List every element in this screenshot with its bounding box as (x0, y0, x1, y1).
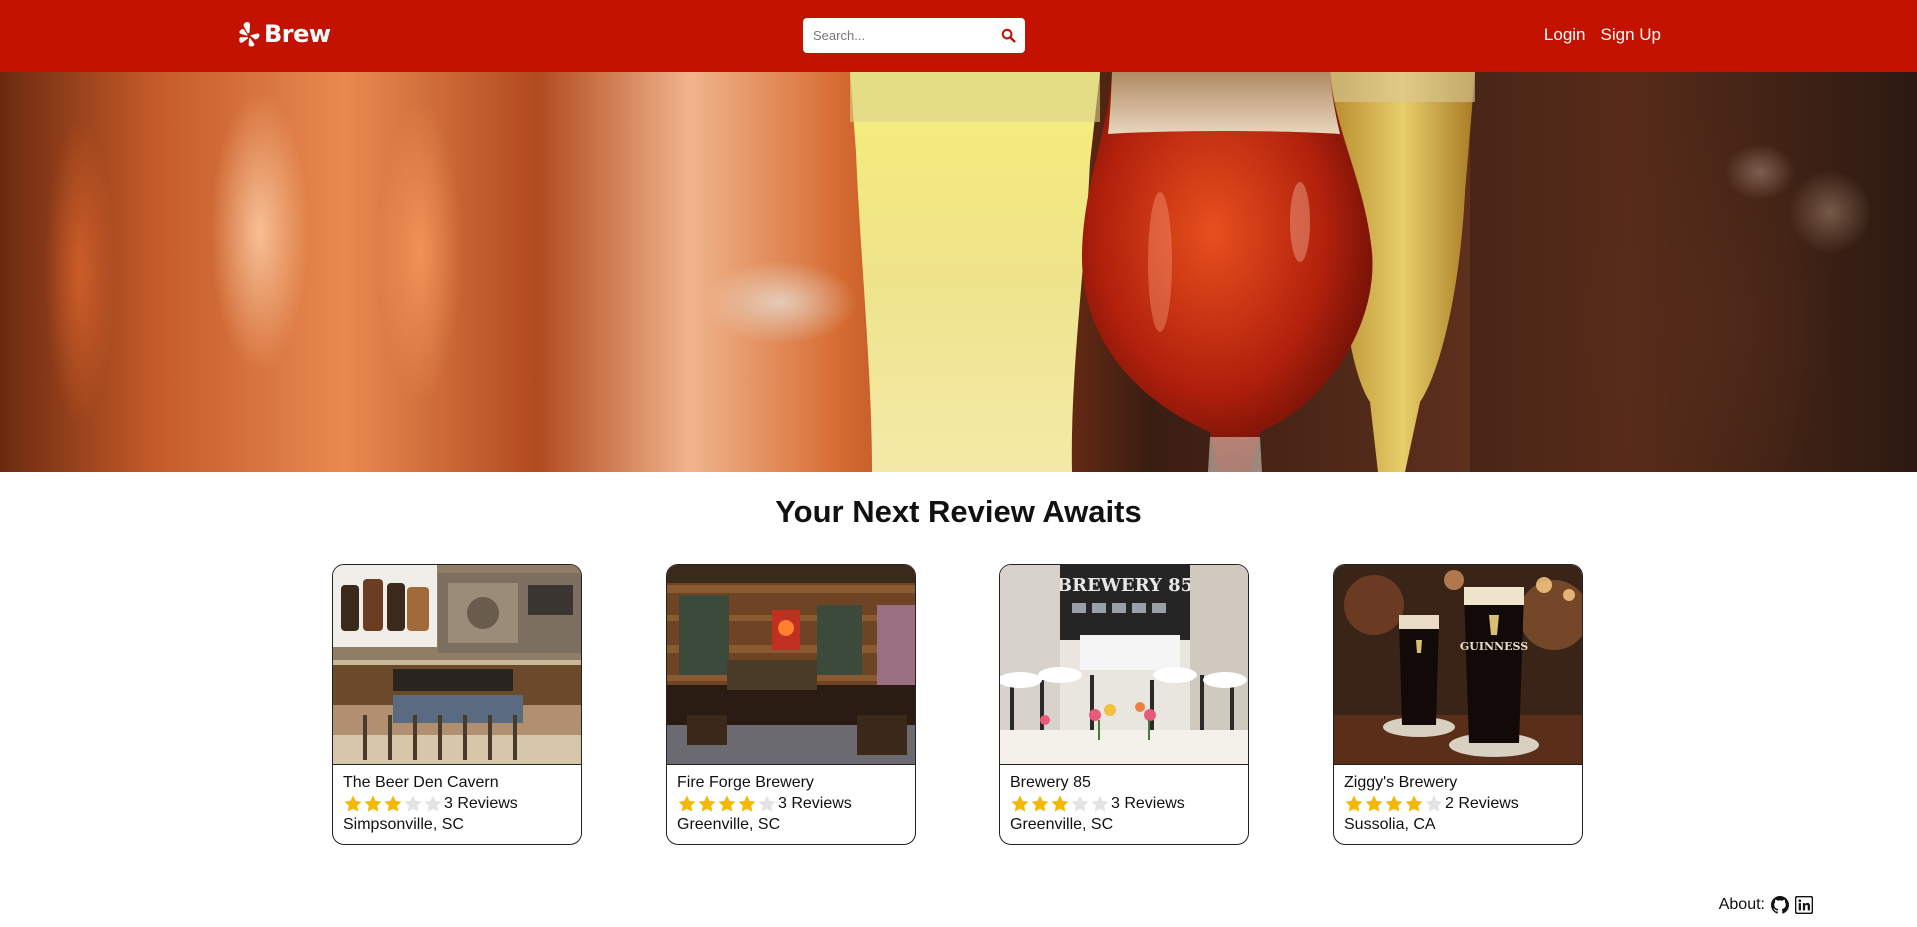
star-rating (1344, 794, 1444, 814)
star-empty-icon (1091, 795, 1109, 812)
star-filled-icon (1385, 795, 1403, 812)
brewery-rating: 2 Reviews (1344, 793, 1572, 814)
star-filled-icon (738, 795, 756, 812)
brewery-name: Ziggy's Brewery (1344, 774, 1458, 791)
star-filled-icon (698, 795, 716, 812)
brewery-location: Sussolia, CA (1344, 816, 1436, 833)
star-filled-icon (1031, 795, 1049, 812)
star-filled-icon (1345, 795, 1363, 812)
star-empty-icon (758, 795, 776, 812)
brewery-photo: BREWERY 85 (1000, 565, 1248, 765)
search-bar (803, 18, 1025, 53)
brewery-card-ziggys[interactable]: GUINNESS Ziggy's Brewery 2 Reviews Susso… (1333, 564, 1583, 845)
github-icon[interactable] (1771, 896, 1789, 914)
brewery-name: Fire Forge Brewery (677, 774, 814, 791)
glass-label-text: GUINNESS (1460, 640, 1528, 653)
brewery-rating: 3 Reviews (1010, 793, 1238, 814)
about-label: About: (1718, 896, 1765, 913)
star-rating (343, 794, 443, 814)
brewery-photo (333, 565, 581, 765)
brand-logo[interactable]: Brew (238, 20, 331, 48)
star-filled-icon (1011, 795, 1029, 812)
brewery-location: Greenville, SC (677, 816, 781, 833)
brewery-card-fire-forge[interactable]: Fire Forge Brewery 3 Reviews Greenville,… (666, 564, 916, 845)
hero-banner (0, 72, 1917, 472)
brewery-name: Brewery 85 (1010, 774, 1091, 791)
star-empty-icon (1071, 795, 1089, 812)
brewery-card-brewery-85[interactable]: BREWERY 85 Brewery 85 3 Reviews Greenvil… (999, 564, 1249, 845)
star-rating (677, 794, 777, 814)
star-filled-icon (1051, 795, 1069, 812)
brand-name: Brew (264, 20, 331, 48)
review-count: 2 Reviews (1445, 795, 1519, 812)
brewery-sign-text: BREWERY 85 (1057, 575, 1193, 596)
brewery-location: Simpsonville, SC (343, 816, 464, 833)
linkedin-icon[interactable] (1795, 896, 1813, 914)
brewery-rating: 3 Reviews (343, 793, 571, 814)
beer-glasses-hero-image (850, 72, 1917, 472)
auth-links: Login Sign Up (1544, 24, 1661, 46)
star-filled-icon (384, 795, 402, 812)
brewery-photo (667, 565, 915, 765)
star-filled-icon (344, 795, 362, 812)
star-filled-icon (718, 795, 736, 812)
brewery-name: The Beer Den Cavern (343, 774, 499, 791)
review-count: 3 Reviews (1111, 795, 1185, 812)
section-title: Your Next Review Awaits (775, 494, 1142, 529)
yelp-burst-icon (239, 22, 260, 47)
star-empty-icon (1425, 795, 1443, 812)
review-count: 3 Reviews (444, 795, 518, 812)
star-filled-icon (678, 795, 696, 812)
brewery-card-beer-den[interactable]: The Beer Den Cavern 3 Reviews Simpsonvil… (332, 564, 582, 845)
search-icon[interactable] (1001, 28, 1016, 43)
brewery-location: Greenville, SC (1010, 816, 1114, 833)
brewery-rating: 3 Reviews (677, 793, 905, 814)
login-link[interactable]: Login (1544, 24, 1586, 46)
top-navbar: Brew Login Sign Up (0, 0, 1917, 72)
footer: About: (1719, 896, 1813, 914)
star-filled-icon (1405, 795, 1423, 812)
star-rating (1010, 794, 1110, 814)
star-empty-icon (424, 795, 442, 812)
star-empty-icon (404, 795, 422, 812)
review-count: 3 Reviews (778, 795, 852, 812)
star-filled-icon (1365, 795, 1383, 812)
brewery-photo: GUINNESS (1334, 565, 1582, 765)
search-input[interactable] (803, 18, 988, 53)
star-filled-icon (364, 795, 382, 812)
signup-link[interactable]: Sign Up (1601, 24, 1661, 46)
